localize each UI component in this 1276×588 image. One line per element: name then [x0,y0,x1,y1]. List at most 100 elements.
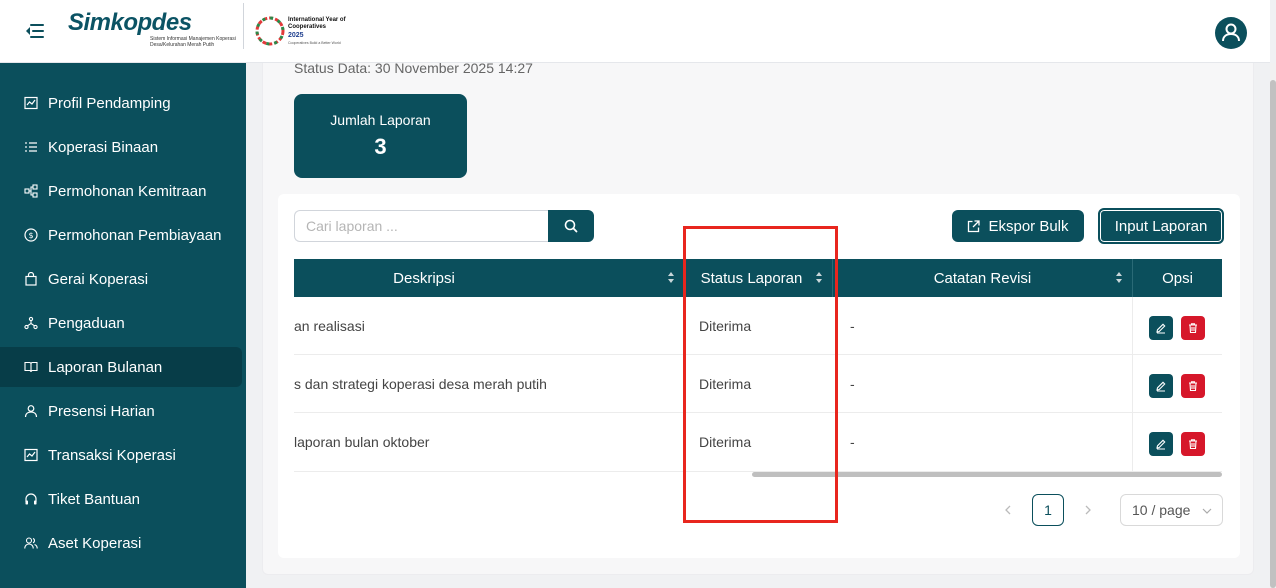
cell-deskripsi: an realisasi [294,318,365,334]
cell-catatan: - [850,434,855,450]
sidebar-item-label: Profil Pendamping [48,94,171,112]
sidebar-item-permohonan-pembiayaan[interactable]: $ Permohonan Pembiayaan [0,215,242,255]
sidebar-item-permohonan-kemitraan[interactable]: Permohonan Kemitraan [0,171,242,211]
trash-icon [1189,439,1197,450]
page-size-select[interactable]: 10 / page [1120,494,1223,526]
sort-icon[interactable] [1116,272,1122,284]
report-count-label: Jumlah Laporan [330,112,431,128]
sidebar-item-tiket-bantuan[interactable]: Tiket Bantuan [0,479,242,519]
pencil-icon [1156,439,1166,450]
headphones-icon [25,493,37,505]
report-table-card: Ekspor Bulk Input Laporan Deskripsi Stat… [278,194,1240,558]
column-header-deskripsi[interactable]: Deskripsi [294,259,684,297]
cell-catatan: - [850,318,855,334]
sidebar-item-label: Pengaduan [48,314,125,332]
brand-name: Simkopdes [68,9,192,36]
sidebar-item-laporan-bulanan[interactable]: Laporan Bulanan [0,347,242,387]
search-group [294,210,594,242]
external-link-icon [968,219,981,232]
sidebar-item-label: Permohonan Kemitraan [48,182,207,200]
table-header: Deskripsi Status Laporan Catatan Revisi … [294,259,1222,297]
edit-button[interactable] [1149,432,1173,456]
search-button[interactable] [548,210,594,242]
column-header-label: Catatan Revisi [933,269,1032,287]
delete-button[interactable] [1181,374,1205,398]
report-table: Deskripsi Status Laporan Catatan Revisi … [294,259,1222,479]
cell-status: Diterima [699,376,752,392]
trash-icon [1189,323,1197,334]
cell-status: Diterima [699,318,752,334]
chevron-right-icon [1085,505,1091,515]
sidebar-item-label: Transaksi Koperasi [48,446,176,464]
iyc-title: International Year of Cooperatives [288,17,346,30]
sort-icon[interactable] [816,272,822,284]
sidebar: Profil Pendamping Koperasi Binaan Permoh… [0,63,246,588]
sidebar-item-label: Presensi Harian [48,402,155,420]
table-row: laporan bulan oktober Diterima - [294,413,1222,472]
search-icon [564,219,578,233]
column-header-label: Opsi [1162,269,1193,287]
column-header-opsi: Opsi [1133,259,1222,297]
list-icon [25,142,37,152]
network-icon [24,184,38,198]
search-input[interactable] [294,210,549,242]
pagination-prev-button[interactable] [996,494,1020,526]
shopping-bag-icon [25,272,37,286]
chevron-down-icon [1202,508,1212,514]
report-count-value: 3 [374,134,387,159]
table-row: an realisasi Diterima - [294,297,1222,355]
input-report-label: Input Laporan [1114,217,1208,235]
sidebar-item-profil-pendamping[interactable]: Profil Pendamping [0,83,242,123]
pencil-icon [1156,381,1166,392]
trash-icon [1189,381,1197,392]
book-open-icon [24,361,38,373]
delete-button[interactable] [1181,432,1205,456]
column-header-status-laporan[interactable]: Status Laporan [685,259,832,297]
pencil-icon [1156,323,1166,334]
cell-opsi [1132,413,1222,471]
user-avatar[interactable] [1215,17,1247,49]
brand-logo[interactable]: Simkopdes Sistem Informasi Manajemen Kop… [68,10,243,50]
pagination-next-button[interactable] [1076,494,1100,526]
nodes-icon [24,316,38,330]
sidebar-item-gerai-koperasi[interactable]: Gerai Koperasi [0,259,242,299]
iyc-tagline: Cooperatives Build a Better World [288,41,341,45]
pagination-page-1[interactable]: 1 [1032,494,1064,526]
input-report-button[interactable]: Input Laporan [1098,208,1224,244]
status-data-text: Status Data: 30 November 2025 14:27 [294,63,533,76]
sidebar-item-label: Laporan Bulanan [48,358,163,376]
sidebar-item-label: Gerai Koperasi [48,270,149,288]
column-header-label: Status Laporan [700,269,803,287]
iyc-year: 2025 [288,32,304,39]
sidebar-item-label: Permohonan Pembiayaan [48,226,222,244]
delete-button[interactable] [1181,316,1205,340]
edit-button[interactable] [1149,316,1173,340]
sidebar-item-label: Aset Koperasi [48,534,142,552]
sidebar-item-pengaduan[interactable]: Pengaduan [0,303,242,343]
menu-toggle-icon[interactable] [26,22,46,40]
svg-text:$: $ [28,231,33,240]
main-content: Status Data: 30 November 2025 14:27 Juml… [246,63,1270,588]
sidebar-item-presensi-harian[interactable]: Presensi Harian [0,391,242,431]
page-scrollbar-thumb[interactable] [1270,80,1276,588]
sort-icon[interactable] [668,272,674,284]
export-bulk-button[interactable]: Ekspor Bulk [952,210,1084,242]
column-header-catatan-revisi[interactable]: Catatan Revisi [833,259,1132,297]
table-row: s dan strategi koperasi desa merah putih… [294,355,1222,413]
cell-catatan: - [850,376,855,392]
header-divider [243,3,244,49]
top-header: Simkopdes Sistem Informasi Manajemen Kop… [0,0,1270,63]
sidebar-item-label: Koperasi Binaan [48,138,159,156]
sidebar-item-transaksi-koperasi[interactable]: Transaksi Koperasi [0,435,242,475]
users-icon [24,537,38,549]
sidebar-item-koperasi-binaan[interactable]: Koperasi Binaan [0,127,242,167]
iyc-logo-icon [255,16,285,46]
export-bulk-label: Ekspor Bulk [988,217,1069,235]
edit-button[interactable] [1149,374,1173,398]
sidebar-item-aset-koperasi[interactable]: Aset Koperasi [0,523,242,563]
cell-deskripsi: laporan bulan oktober [294,434,430,450]
chevron-left-icon [1005,505,1011,515]
table-horizontal-scrollbar[interactable] [752,472,1222,477]
chart-line-icon [24,448,38,462]
cell-deskripsi: s dan strategi koperasi desa merah putih [294,376,547,392]
